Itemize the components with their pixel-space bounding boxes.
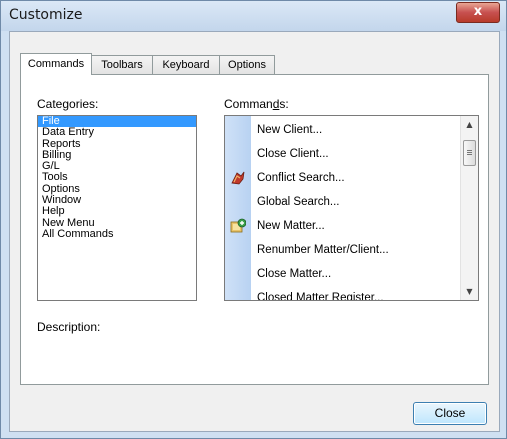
scrollbar-thumb[interactable] (463, 140, 476, 166)
conflict-search-icon (230, 170, 246, 186)
commands-label-part1: Comman (224, 97, 273, 111)
category-item-billing[interactable]: Billing (38, 149, 196, 161)
tab-commands-label: Commands (27, 58, 85, 70)
command-item-close-client[interactable]: Close Client... (225, 142, 461, 166)
command-label: Conflict Search... (257, 172, 345, 184)
command-item-closed-matter-register[interactable]: Closed Matter Register... (225, 286, 461, 301)
command-item-new-client[interactable]: New Client... (225, 118, 461, 142)
command-label: New Client... (257, 124, 323, 136)
customize-dialog: Customize x Commands Toolbars Keyboard O… (0, 0, 507, 439)
thumb-grip (467, 154, 472, 155)
tab-options-label: Options (228, 59, 266, 71)
categories-label-part2: ories: (69, 97, 99, 111)
command-item-conflict-search[interactable]: Conflict Search... (225, 166, 461, 190)
close-icon: x (473, 4, 483, 19)
command-label: Renumber Matter/Client... (257, 244, 389, 256)
category-item-data-entry[interactable]: Data Entry (38, 126, 196, 138)
command-item-new-matter[interactable]: New Matter... (225, 214, 461, 238)
tab-keyboard-label: Keyboard (162, 59, 210, 71)
tab-toolbars-label: Toolbars (101, 59, 143, 71)
command-label: Close Matter... (257, 268, 332, 280)
categories-label: Categories: (37, 97, 98, 111)
categories-listbox[interactable]: File Data Entry Reports Billing G/L Tool… (37, 115, 197, 301)
tab-options[interactable]: Options (219, 55, 275, 74)
tab-keyboard[interactable]: Keyboard (152, 55, 220, 74)
description-label: Description: (37, 320, 101, 334)
window-title: Customize (9, 7, 83, 23)
thumb-grip (467, 150, 472, 151)
command-label: New Matter... (257, 220, 325, 232)
tab-commands[interactable]: Commands (20, 53, 92, 75)
thumb-grip (467, 152, 472, 153)
commands-scrollbar[interactable]: ▲ ▼ (460, 116, 478, 300)
new-matter-icon (230, 218, 247, 234)
title-bar: Customize x (1, 1, 506, 31)
command-item-global-search[interactable]: Global Search... (225, 190, 461, 214)
window-close-button[interactable]: x (456, 2, 500, 23)
tab-toolbars[interactable]: Toolbars (91, 55, 153, 74)
scroll-up-arrow-icon[interactable]: ▲ (461, 116, 478, 133)
close-button[interactable]: Close (413, 402, 487, 425)
scroll-down-arrow-icon[interactable]: ▼ (461, 283, 478, 300)
command-item-close-matter[interactable]: Close Matter... (225, 262, 461, 286)
category-item-all-commands[interactable]: All Commands (38, 228, 196, 240)
commands-tab-panel: Categories: File Data Entry Reports Bill… (20, 74, 489, 385)
command-item-renumber-matter-client[interactable]: Renumber Matter/Client... (225, 238, 461, 262)
command-label: Closed Matter Register... (257, 292, 384, 301)
category-item-help[interactable]: Help (38, 206, 196, 218)
commands-label-part2: s: (279, 97, 289, 111)
categories-label-part1: Cate (37, 97, 63, 111)
command-label: Close Client... (257, 148, 329, 160)
commands-label: Commands: (224, 97, 289, 111)
command-label: Global Search... (257, 196, 340, 208)
commands-listbox[interactable]: New Client... Close Client... Conflict S… (224, 115, 479, 301)
dialog-body: Commands Toolbars Keyboard Options Categ… (9, 31, 500, 432)
